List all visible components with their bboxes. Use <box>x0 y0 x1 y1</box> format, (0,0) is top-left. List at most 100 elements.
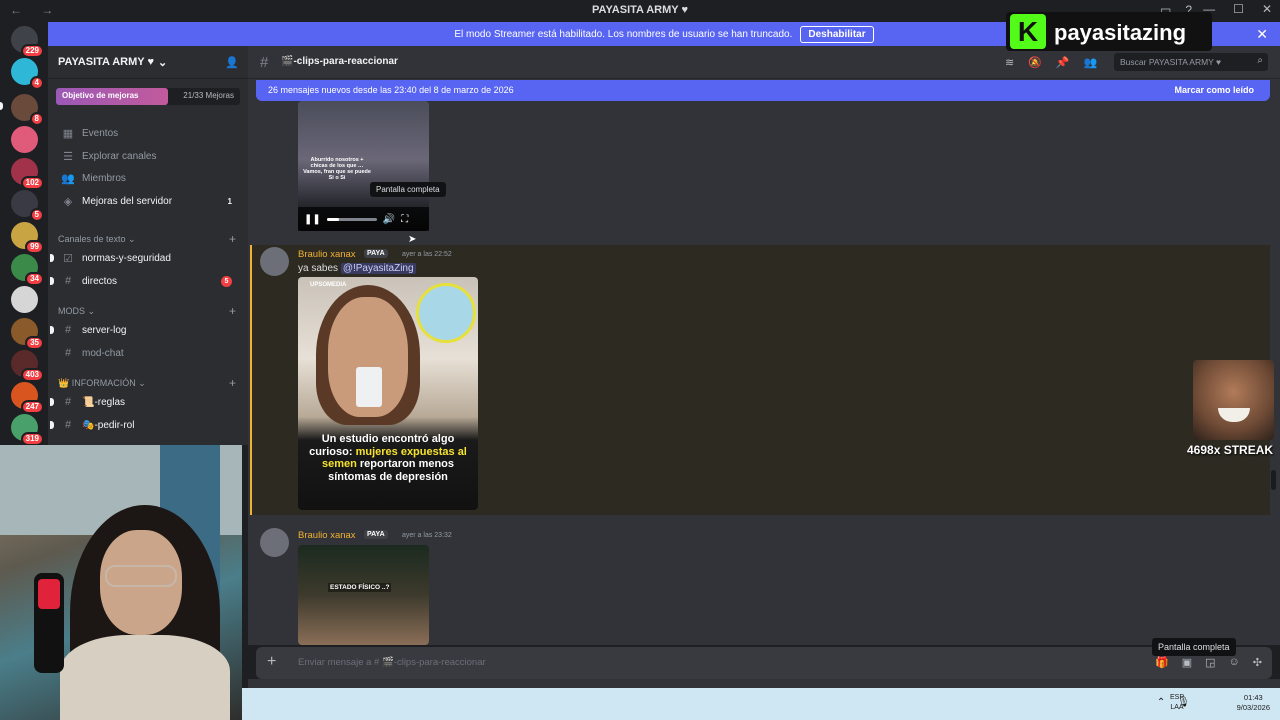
volume-icon[interactable]: 🔊 <box>383 214 395 225</box>
add-channel-icon[interactable]: + <box>229 232 236 246</box>
disable-streamer-button[interactable]: Deshabilitar <box>800 25 874 43</box>
clock-time: 01:43 <box>1243 693 1263 702</box>
user-mention[interactable]: @!PayasitaZing <box>340 263 416 274</box>
channel-title: 🎬-clips-para-reaccionar <box>281 56 398 67</box>
calendar-icon: ▦ <box>62 127 74 140</box>
add-channel-icon[interactable]: + <box>229 376 236 390</box>
apps-icon[interactable]: ✣ <box>1253 656 1262 669</box>
members-icon: 👥 <box>61 172 75 185</box>
emoji-icon[interactable]: ☺ <box>1229 656 1240 669</box>
channel-mod-chat[interactable]: # mod-chat <box>56 343 240 363</box>
channel-directos[interactable]: # directos 5 <box>50 271 240 291</box>
message-composer[interactable]: + Enviar mensaje a # 🎬-clips-para-reacci… <box>256 647 1272 679</box>
message-body: ya sabes <box>298 263 339 274</box>
server-header[interactable]: PAYASITA ARMY ♥ ⌄ 👤 <box>48 46 248 79</box>
server-icon[interactable]: 403 <box>11 350 44 382</box>
maximize-button[interactable]: ☐ <box>1233 2 1244 16</box>
video-progress-fill <box>326 217 339 221</box>
pin-icon[interactable]: 📌 <box>1056 56 1070 69</box>
scrollbar-thumb[interactable] <box>1271 470 1276 490</box>
mention-badge: 5 <box>221 275 232 287</box>
sidebar-item-members[interactable]: 👥 Miembros <box>56 168 240 188</box>
image-attachment[interactable]: UPSOMEDIA Un estudio encontró algo curio… <box>298 277 478 510</box>
invite-icon[interactable]: 👤 <box>225 56 239 69</box>
category-mods[interactable]: MODS ⌄ + <box>58 304 240 318</box>
compass-icon: ☰ <box>63 150 73 163</box>
server-badge: 99 <box>25 240 44 254</box>
rules-icon: ☑ <box>63 252 73 265</box>
video-progress[interactable] <box>326 217 377 221</box>
server-icon[interactable]: 34 <box>11 254 44 286</box>
fullscreen-tooltip: Pantalla completa <box>370 182 446 197</box>
message-author[interactable]: Braulio xanax <box>298 249 356 260</box>
server-icon[interactable] <box>11 286 38 313</box>
server-tag[interactable]: PAYA <box>364 530 388 539</box>
category-info[interactable]: 👑 INFORMACIÓN ⌄ + <box>58 376 240 390</box>
language-indicator[interactable]: ESP LAA <box>1170 693 1184 713</box>
server-icon[interactable]: 319 <box>11 414 44 446</box>
message-timestamp: ayer a las 22:52 <box>402 251 452 258</box>
mark-read-button[interactable]: Marcar como leído <box>1174 85 1254 95</box>
server-badge: 4 <box>29 76 44 90</box>
close-window-button[interactable]: ✕ <box>1262 2 1272 16</box>
notifications-off-icon[interactable]: 🔕 <box>1028 56 1042 69</box>
add-channel-icon[interactable]: + <box>229 304 236 318</box>
clock[interactable]: 01:43 9/03/2026 <box>1237 693 1270 713</box>
sidebar-item-label: Explorar canales <box>82 150 157 162</box>
server-tag[interactable]: PAYA <box>364 249 388 258</box>
pause-icon[interactable]: ❚❚ <box>304 214 321 225</box>
message-author[interactable]: Braulio xanax <box>298 530 356 541</box>
gift-icon[interactable]: 🎁 <box>1155 656 1169 669</box>
server-icon[interactable]: 4 <box>11 58 44 90</box>
search-input[interactable]: Buscar PAYASITA ARMY ♥ ⌕ <box>1114 53 1268 71</box>
gif-icon[interactable]: ▣ <box>1182 656 1192 669</box>
hash-icon: # <box>64 419 72 431</box>
image-attachment[interactable]: ESTADO FÍSICO ..? <box>298 545 429 645</box>
webcam-glasses <box>105 565 177 587</box>
bottom-strip <box>248 679 1280 688</box>
add-attachment-icon[interactable]: + <box>267 653 276 671</box>
brand-name: payasitazing <box>1054 20 1187 45</box>
new-messages-bar[interactable]: 26 mensajes nuevos desde las 23:40 del 8… <box>256 80 1270 101</box>
composer-icons: 🎁 ▣ ◲ ☺ ✣ <box>1155 656 1262 669</box>
server-icon[interactable] <box>11 126 38 153</box>
boost-count: 1 <box>227 196 232 206</box>
microphone-light <box>38 579 60 609</box>
server-icon[interactable]: 99 <box>11 222 44 254</box>
member-list-icon[interactable]: 👥 <box>1084 56 1098 69</box>
server-icon[interactable]: 35 <box>11 318 44 350</box>
message-text: ya sabes @!PayasitaZing <box>298 263 416 274</box>
server-icon[interactable]: 8 <box>11 94 44 126</box>
sidebar-item-events[interactable]: ▦ Eventos <box>56 123 240 143</box>
threads-icon[interactable]: ≋ <box>1005 56 1014 69</box>
streak-counter: 4698x STREAK <box>1187 443 1274 457</box>
server-icon[interactable]: 5 <box>11 190 44 222</box>
close-icon[interactable]: ✕ <box>1256 26 1268 43</box>
sidebar-item-boosts[interactable]: ◈ Mejoras del servidor 1 <box>56 191 240 211</box>
avatar[interactable] <box>260 247 289 276</box>
server-badge: 34 <box>25 272 44 286</box>
chevron-up-icon[interactable]: ⌃ <box>1157 697 1165 708</box>
channel-reglas[interactable]: # 📜-reglas <box>50 392 240 412</box>
channel-server-log[interactable]: # server-log <box>50 320 240 340</box>
fullscreen-icon[interactable]: ⛶ <box>401 214 408 225</box>
boost-goal[interactable]: Objetivo de mejoras 21/33 Mejoras <box>56 88 240 105</box>
channel-normas[interactable]: ☑ normas-y-seguridad <box>50 248 240 268</box>
server-icon[interactable]: 247 <box>11 382 44 414</box>
sticker-icon[interactable]: ◲ <box>1205 656 1215 669</box>
unread-pill <box>50 254 54 262</box>
dm-home-icon[interactable]: 229 <box>11 26 44 58</box>
sidebar-item-label: Mejoras del servidor <box>82 195 173 207</box>
server-name: PAYASITA ARMY ♥ <box>58 56 154 68</box>
server-icon[interactable]: 102 <box>11 158 44 190</box>
server-badge: 102 <box>20 176 44 190</box>
hash-icon: # <box>64 396 72 408</box>
category-label: Canales de texto <box>58 234 126 244</box>
channel-pedir-rol[interactable]: # 🎭-pedir-rol <box>50 415 240 435</box>
avatar[interactable] <box>260 528 289 557</box>
streak-image <box>1193 360 1274 440</box>
banner-text: El modo Streamer está habilitado. Los no… <box>454 28 793 40</box>
category-text-channels[interactable]: Canales de texto ⌄ + <box>58 232 240 246</box>
unread-pill <box>50 277 54 285</box>
sidebar-item-browse[interactable]: ☰ Explorar canales <box>56 146 240 166</box>
